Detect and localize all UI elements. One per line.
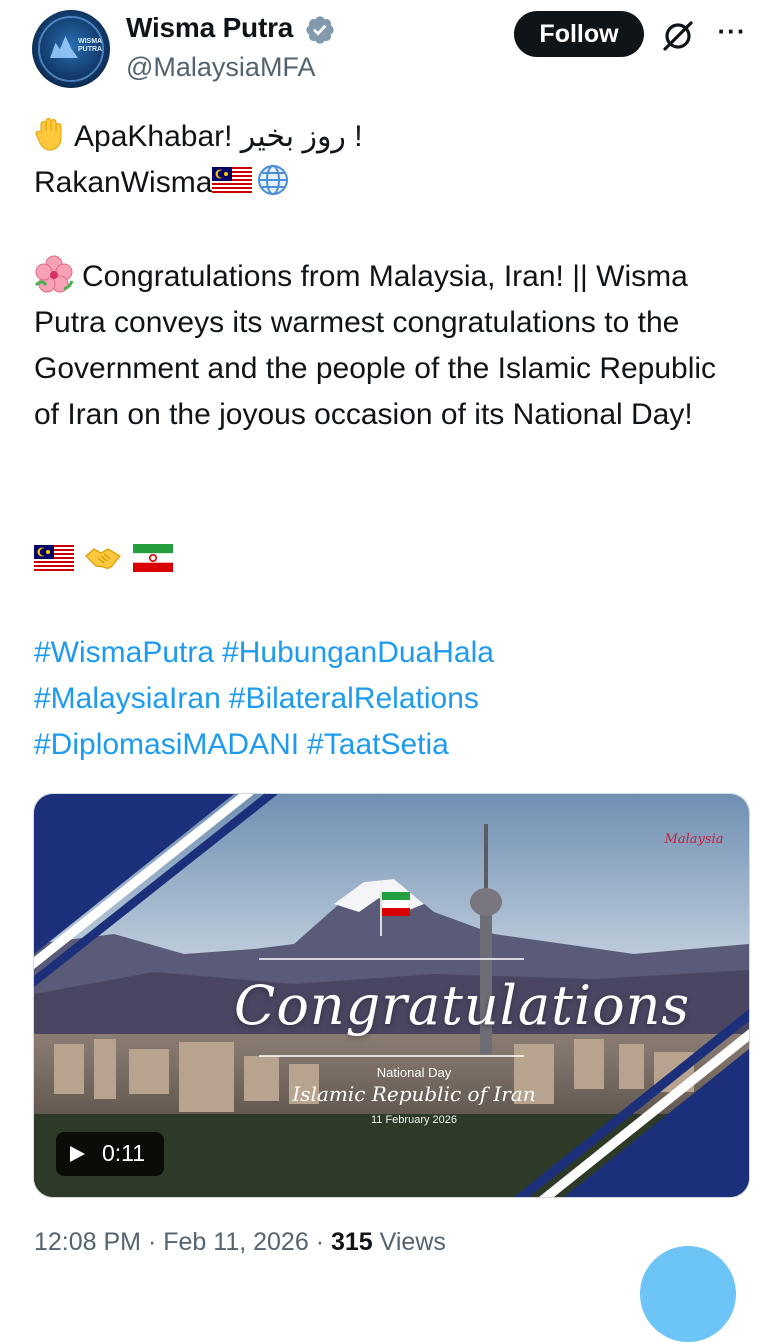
hashtag-link[interactable]: #BilateralRelations <box>229 682 479 715</box>
malaysia-flag-icon <box>212 167 253 194</box>
tweet-meta: 12:08 PM · Feb 11, 2026 · 315 Views <box>34 1228 446 1257</box>
author-handle[interactable]: @MalaysiaMFA <box>126 52 315 83</box>
media-country: Islamic Republic of Iran <box>292 1082 536 1106</box>
tweet-body: Congratulations from Malaysia, Iran! || … <box>34 254 734 438</box>
video-thumbnail[interactable]: Malaysia Congratulations National Day Is… <box>33 793 750 1198</box>
globe-icon <box>258 165 289 196</box>
greeting-line: ApaKhabar! روز بخیر ! <box>34 114 363 160</box>
more-options-icon[interactable]: ··· <box>712 14 752 50</box>
profile-avatar[interactable]: WISMA PUTRA <box>32 10 110 88</box>
handshake-icon <box>85 548 122 569</box>
raised-hand-icon <box>35 118 62 151</box>
follow-button[interactable]: Follow <box>514 11 644 57</box>
meta-separator: · <box>315 1228 325 1256</box>
media-date: 11 February 2026 <box>370 1114 458 1126</box>
greeting-tag: RakanWisma <box>34 166 213 199</box>
grok-icon[interactable] <box>660 18 696 54</box>
congrats-text: Congratulations from Malaysia, Iran! || … <box>34 260 717 431</box>
media-subtitle: National Day <box>376 1065 452 1080</box>
tweet-time[interactable]: 12:08 PM <box>34 1228 141 1256</box>
hashtag-link[interactable]: #MalaysiaIran <box>34 682 221 715</box>
media-title: Congratulations <box>234 974 691 1037</box>
media-logo: Malaysia <box>664 832 724 847</box>
author-name[interactable]: Wisma Putra <box>126 12 293 44</box>
meta-separator: · <box>147 1228 157 1256</box>
hashtag-link[interactable]: #HubunganDuaHala <box>222 636 494 669</box>
greeting-tag-line: RakanWisma <box>34 160 290 206</box>
views-count: 315 <box>330 1228 373 1256</box>
avatar-text: WISMA PUTRA <box>78 38 103 53</box>
video-play-button[interactable]: 0:11 <box>56 1132 164 1176</box>
verified-badge-icon <box>306 16 334 44</box>
views-label: Views <box>379 1228 446 1256</box>
iran-flag-icon <box>132 544 173 572</box>
tweet-date[interactable]: Feb 11, 2026 <box>163 1228 308 1256</box>
hashtag-link[interactable]: #WismaPutra <box>34 636 214 669</box>
compose-button[interactable] <box>640 1246 736 1342</box>
hashtag-block: #WismaPutra #HubunganDuaHala #MalaysiaIra… <box>34 630 754 768</box>
emoji-flags-row <box>34 544 179 576</box>
hibiscus-icon <box>34 255 74 293</box>
play-icon <box>70 1146 85 1162</box>
greeting-text: ApaKhabar! روز بخیر ! <box>74 120 363 153</box>
video-duration: 0:11 <box>102 1140 146 1166</box>
hashtag-link[interactable]: #DiplomasiMADANI <box>34 728 299 761</box>
malaysia-flag-icon <box>34 545 74 571</box>
hashtag-link[interactable]: #TaatSetia <box>307 728 449 761</box>
